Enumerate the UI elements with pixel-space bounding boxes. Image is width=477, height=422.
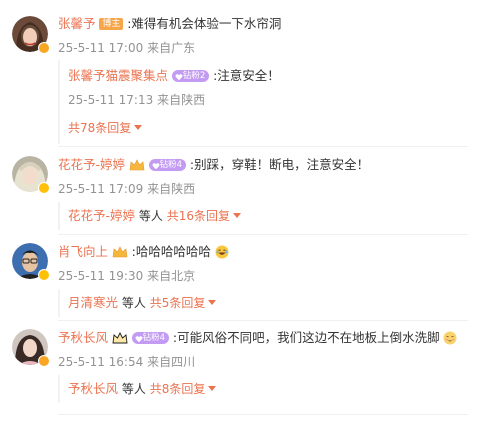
divider <box>58 234 468 235</box>
comment-text: :别踩，穿鞋！断电，注意安全！ <box>189 157 370 172</box>
verified-badge-icon <box>38 182 50 194</box>
comment-location: 来自北京 <box>147 269 196 283</box>
more-replies-link[interactable]: 共78条回复 <box>68 120 143 136</box>
reply-location: 来自陕西 <box>157 93 206 107</box>
comment-time: 25-5-11 16:54 <box>58 355 144 369</box>
divider <box>58 414 468 415</box>
fan-level-badge: 钻粉4 <box>148 159 187 171</box>
comment-location: 来自四川 <box>147 355 196 369</box>
avatar[interactable] <box>12 329 50 367</box>
comment-text: :哈哈哈哈哈哈 <box>131 244 211 259</box>
comment-time: 25-5-11 17:00 <box>58 41 144 55</box>
reply-thread: 张馨予猫震聚集点 钻粉2 :注意安全！ 25-5-11 17:13 来自陕西 共… <box>58 60 470 144</box>
avatar[interactable] <box>12 16 50 54</box>
more-replies-link[interactable]: 共5条回复 <box>150 296 217 310</box>
avatar[interactable] <box>12 243 50 281</box>
fan-level-badge: 钻粉4 <box>131 332 170 344</box>
reply-summary: 予秋长风 等人 共8条回复 <box>58 375 470 403</box>
laugh-emoji-icon <box>215 245 229 259</box>
comment-location: 来自陕西 <box>147 182 196 196</box>
more-replies-link[interactable]: 共16条回复 <box>167 209 241 223</box>
comment-username[interactable]: 予秋长风 <box>58 330 108 345</box>
heart-icon <box>175 74 183 81</box>
reply-summary: 月清寒光 等人 共5条回复 <box>58 289 470 317</box>
fan-level-badge: 钻粉2 <box>171 70 210 82</box>
crown-icon <box>129 159 145 171</box>
chevron-down-icon <box>208 386 217 391</box>
comment-text: :难得有机会体验一下水帘洞 <box>127 16 282 31</box>
heart-icon <box>152 163 160 170</box>
reply-time: 25-5-11 17:13 <box>68 93 154 107</box>
chevron-down-icon <box>134 125 143 130</box>
comment-username[interactable]: 张馨予 <box>58 16 96 31</box>
comment-username[interactable]: 花花予-婷婷 <box>58 157 125 172</box>
comment-location: 来自广东 <box>147 41 196 55</box>
comment-text: :可能风俗不同吧，我们这边不在地板上倒水洗脚 <box>172 330 440 345</box>
verified-badge-icon <box>38 269 50 281</box>
reply-summary-user[interactable]: 月清寒光 <box>68 295 118 310</box>
heart-icon <box>135 336 143 343</box>
reply-summary-text: 等人 <box>121 382 146 396</box>
shy-emoji-icon <box>443 331 457 345</box>
blogger-tag: 博主 <box>99 18 124 30</box>
reply-summary-user[interactable]: 花花予-婷婷 <box>68 208 135 223</box>
verified-badge-icon <box>38 42 50 54</box>
crown-icon <box>112 246 128 258</box>
avatar[interactable] <box>12 156 50 194</box>
divider <box>58 320 468 321</box>
crown-icon <box>112 331 128 344</box>
comment-time: 25-5-11 17:09 <box>58 182 144 196</box>
reply-username[interactable]: 张馨予猫震聚集点 <box>68 68 168 83</box>
reply-summary-user[interactable]: 予秋长风 <box>68 381 118 396</box>
reply-text: :注意安全！ <box>213 68 280 83</box>
reply-summary: 花花予-婷婷 等人 共16条回复 <box>58 202 470 230</box>
chevron-down-icon <box>232 213 241 218</box>
reply-summary-text: 等人 <box>138 209 163 223</box>
verified-badge-icon <box>38 355 50 367</box>
chevron-down-icon <box>208 300 217 305</box>
more-replies-link[interactable]: 共8条回复 <box>150 382 217 396</box>
comment-time: 25-5-11 19:30 <box>58 269 144 283</box>
reply-summary-text: 等人 <box>121 296 146 310</box>
comment-username[interactable]: 肖飞向上 <box>58 244 108 259</box>
divider <box>58 146 468 147</box>
